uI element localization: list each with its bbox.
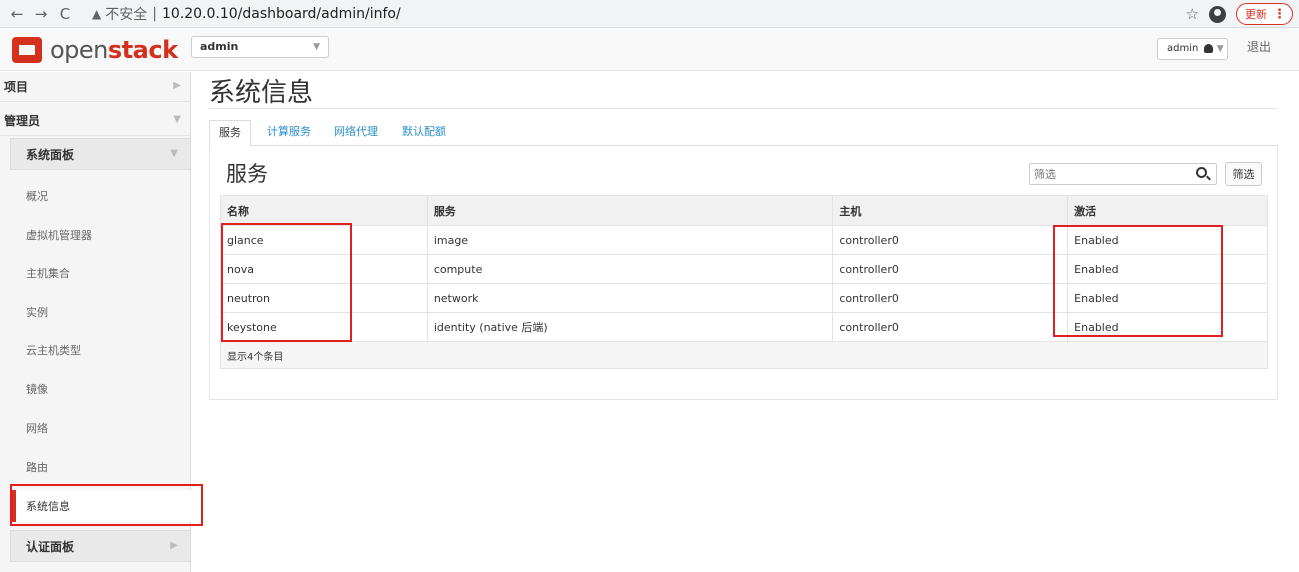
column-header-status[interactable]: 激活: [1067, 195, 1268, 226]
tab-network-agents[interactable]: 网络代理: [334, 120, 378, 146]
sidebar-item-hypervisors[interactable]: 虚拟机管理器: [26, 227, 92, 243]
account-icon[interactable]: [1209, 5, 1226, 23]
tab-default-quotas[interactable]: 默认配额: [402, 120, 446, 146]
tab-services[interactable]: 服务: [209, 120, 251, 147]
sidebar-item-overview[interactable]: 概况: [26, 188, 48, 204]
chevron-down-icon: ▼: [313, 42, 320, 52]
column-header-service[interactable]: 服务: [426, 195, 834, 226]
table-header-row: 名称 服务 主机 激活: [220, 195, 1268, 226]
tab-compute-services[interactable]: 计算服务: [267, 120, 311, 146]
browser-toolbar: ← → C ▲ 不安全 | 10.20.0.10/dashboard/admin…: [0, 0, 1299, 28]
sidebar-project-label: 项目: [4, 80, 29, 94]
sidebar-item-images[interactable]: 镜像: [26, 381, 48, 397]
tab-bar: 服务 计算服务 网络代理 默认配额: [209, 120, 1278, 147]
sidebar-item-routers[interactable]: 路由: [26, 459, 48, 475]
reload-icon[interactable]: C: [54, 3, 76, 25]
chevron-down-icon: ▼: [173, 114, 181, 125]
chevron-right-icon: ▶: [173, 80, 181, 91]
user-menu[interactable]: admin ▼: [1157, 38, 1228, 60]
warning-icon: ▲: [92, 7, 102, 21]
sidebar-system-panel[interactable]: 系统面板 ▼: [10, 138, 191, 170]
column-header-name[interactable]: 名称: [220, 195, 428, 226]
user-name: admin: [1167, 43, 1199, 54]
cell-service: compute: [426, 254, 834, 284]
project-selector[interactable]: admin ▼: [191, 36, 329, 58]
insecure-label: 不安全: [105, 7, 148, 23]
chevron-down-icon: ▼: [170, 148, 178, 159]
cell-host: controller0: [832, 254, 1069, 284]
highlight-box-sidebar: [10, 484, 203, 526]
logo-text: openstack: [50, 36, 178, 64]
openstack-logo-icon: [12, 37, 42, 63]
more-vert-icon: ⋮: [1273, 6, 1286, 22]
openstack-logo[interactable]: openstack: [12, 36, 178, 64]
sidebar-identity-panel[interactable]: 认证面板 ▶: [10, 530, 191, 562]
cell-host: controller0: [832, 283, 1069, 313]
table-footer-row: 显示4个条目: [220, 341, 1268, 369]
title-divider: [209, 108, 1278, 109]
sidebar-item-host-aggregates[interactable]: 主机集合: [26, 265, 70, 281]
top-navbar: openstack admin ▼ admin ▼ 退出: [0, 28, 1299, 71]
highlight-box-status-column: [1053, 225, 1223, 337]
chevron-down-icon: ▼: [1216, 44, 1224, 54]
chevron-right-icon: ▶: [170, 540, 178, 551]
logout-link[interactable]: 退出: [1247, 38, 1271, 55]
filter-button[interactable]: 筛选: [1225, 162, 1262, 186]
address-bar[interactable]: ▲ 不安全 | 10.20.0.10/dashboard/admin/info/: [92, 3, 1152, 25]
update-label: 更新: [1245, 8, 1267, 21]
section-title: 服务: [226, 162, 268, 186]
cell-service: identity (native 后端): [426, 312, 834, 342]
project-selector-label: admin: [200, 40, 239, 53]
cell-host: controller0: [832, 312, 1069, 342]
sidebar-item-instances[interactable]: 实例: [26, 304, 48, 320]
forward-arrow-icon[interactable]: →: [30, 3, 52, 25]
user-icon: [1203, 43, 1213, 53]
back-arrow-icon[interactable]: ←: [6, 3, 28, 25]
cell-service: image: [426, 225, 834, 255]
sidebar-project[interactable]: 项目 ▶: [0, 72, 191, 102]
sidebar-system-panel-label: 系统面板: [26, 147, 75, 162]
cell-service: network: [426, 283, 834, 313]
url-text: 10.20.0.10/dashboard/admin/info/: [161, 6, 401, 22]
page-title: 系统信息: [209, 78, 314, 108]
filter-input[interactable]: [1029, 163, 1217, 185]
sidebar-identity-panel-label: 认证面板: [26, 539, 75, 554]
bookmark-star-icon[interactable]: ☆: [1186, 5, 1199, 23]
cell-host: controller0: [832, 225, 1069, 255]
url-separator: |: [152, 6, 157, 22]
browser-update-button[interactable]: 更新 ⋮: [1236, 3, 1293, 25]
sidebar-item-networks[interactable]: 网络: [26, 420, 48, 436]
sidebar-item-flavors[interactable]: 云主机类型: [26, 342, 81, 358]
sidebar-admin[interactable]: 管理员 ▼: [0, 106, 191, 136]
sidebar-admin-label: 管理员: [4, 114, 41, 128]
search-icon[interactable]: [1196, 167, 1207, 178]
column-header-host[interactable]: 主机: [832, 195, 1069, 226]
table-footer-count: 显示4个条目: [220, 341, 1268, 369]
highlight-box-name-column: [221, 223, 352, 342]
